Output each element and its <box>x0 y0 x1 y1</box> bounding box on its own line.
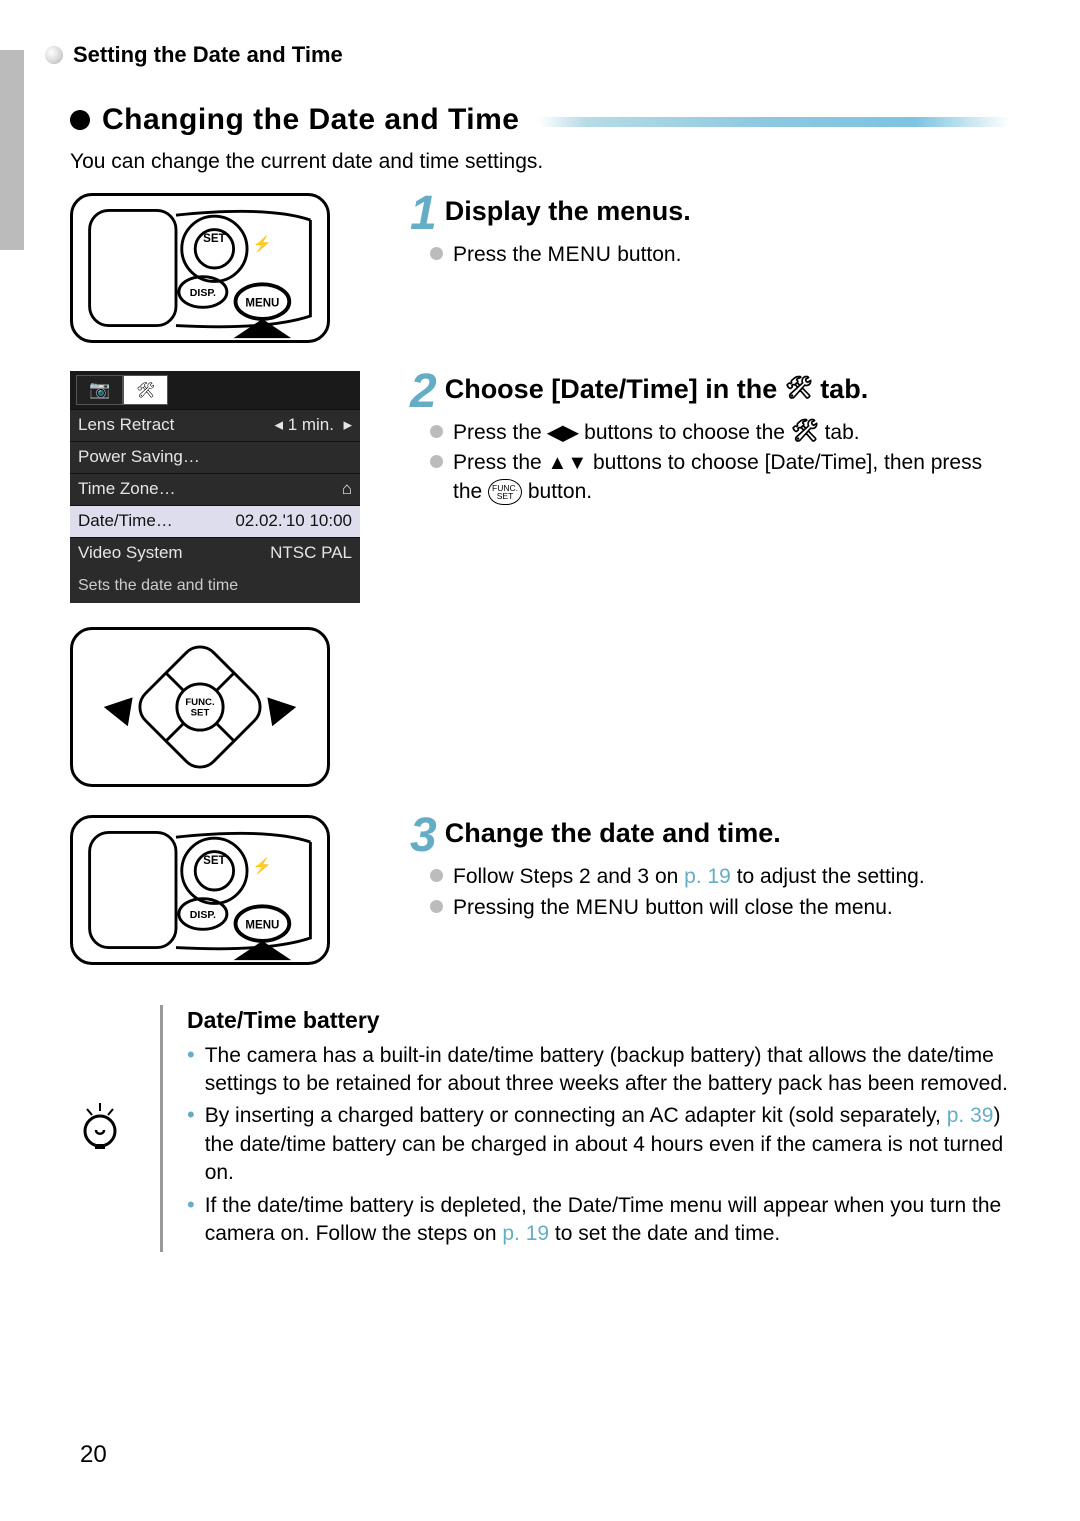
svg-text:SET: SET <box>203 233 225 245</box>
note-bullet-icon: • <box>187 1044 195 1099</box>
svg-text:FUNC.: FUNC. <box>185 697 215 708</box>
menu-tab-camera: 📷 <box>76 375 123 406</box>
menu-button-label: MENU <box>576 896 640 919</box>
side-thumb-tab <box>0 50 24 250</box>
intro-text: You can change the current date and time… <box>70 148 1010 176</box>
step-title-3: Change the date and time. <box>445 815 781 851</box>
note-item: • By inserting a charged battery or conn… <box>187 1102 1010 1187</box>
step-2-bullet-2: Press the ▲▼ buttons to choose [Date/Tim… <box>410 449 1010 506</box>
note-bullet-icon: • <box>187 1194 195 1249</box>
bullet-icon <box>430 455 443 468</box>
step-title-1: Display the menus. <box>445 193 691 229</box>
menu-item: Lens Retract ◂ 1 min. ▸ <box>70 409 360 441</box>
section-heading: Changing the Date and Time <box>70 100 1010 141</box>
illustration-camera-menu: SET ⚡ DISP. MENU <box>70 193 330 343</box>
step-2-bullet-1: Press the ◀▶ buttons to choose the 🛠 tab… <box>410 419 1010 447</box>
note-title: Date/Time battery <box>187 1005 1010 1036</box>
step-2: 📷 🛠 Lens Retract ◂ 1 min. ▸ Power Saving… <box>70 371 1010 787</box>
step-number-1: 1 <box>410 195 437 233</box>
step-number-3: 3 <box>410 817 437 855</box>
svg-text:DISP.: DISP. <box>190 909 216 921</box>
step-1-bullet-1: Press the MENU button. <box>410 241 1010 269</box>
note-item: • The camera has a built-in date/time ba… <box>187 1042 1010 1099</box>
svg-text:MENU: MENU <box>245 297 279 309</box>
menu-tab-tools: 🛠 <box>123 375 168 406</box>
page-link[interactable]: p. 19 <box>684 865 731 888</box>
menu-button-label: MENU <box>548 243 612 266</box>
section-bullet-icon <box>70 110 90 130</box>
menu-hint: Sets the date and time <box>70 569 360 597</box>
bullet-icon <box>430 247 443 260</box>
func-set-icon: FUNC.SET <box>488 479 522 505</box>
bullet-icon <box>430 869 443 882</box>
svg-text:⚡: ⚡ <box>253 234 272 252</box>
step-3-bullet-2: Pressing the MENU button will close the … <box>410 894 1010 922</box>
note-bullet-icon: • <box>187 1104 195 1187</box>
note-item: • If the date/time battery is depleted, … <box>187 1192 1010 1249</box>
illustration-camera-menu-2: SET ⚡ DISP. MENU <box>70 815 330 965</box>
menu-item: Video System NTSC PAL <box>70 537 360 569</box>
menu-item: Time Zone… ⌂ <box>70 473 360 505</box>
left-right-arrows-icon: ◀▶ <box>548 422 579 444</box>
svg-text:⚡: ⚡ <box>253 857 272 875</box>
step-3: SET ⚡ DISP. MENU 3 Change the date and t… <box>70 815 1010 965</box>
tip-note: Date/Time battery • The camera has a bui… <box>70 1005 1010 1252</box>
step-number-2: 2 <box>410 373 437 411</box>
breadcrumb-dot-icon <box>45 46 63 64</box>
step-3-bullet-1: Follow Steps 2 and 3 on p. 19 to adjust … <box>410 863 1010 891</box>
page-link[interactable]: p. 19 <box>502 1222 549 1245</box>
page-number: 20 <box>80 1439 107 1471</box>
svg-text:DISP.: DISP. <box>190 286 216 298</box>
bullet-icon <box>430 900 443 913</box>
section-title: Changing the Date and Time <box>102 100 520 141</box>
breadcrumb: Setting the Date and Time <box>45 40 1010 70</box>
svg-text:MENU: MENU <box>245 919 279 931</box>
svg-text:SET: SET <box>203 855 225 867</box>
step-1: SET ⚡ DISP. MENU 1 Display the menus. <box>70 193 1010 343</box>
page-link[interactable]: p. 39 <box>947 1104 994 1127</box>
svg-text:SET: SET <box>191 707 210 718</box>
breadcrumb-text: Setting the Date and Time <box>73 40 343 70</box>
menu-screenshot: 📷 🛠 Lens Retract ◂ 1 min. ▸ Power Saving… <box>70 371 360 603</box>
step-title-2: Choose [Date/Time] in the 🛠 tab. <box>445 371 869 407</box>
illustration-dpad: FUNC. SET <box>70 627 330 787</box>
menu-item: Power Saving… <box>70 441 360 473</box>
tip-lightbulb-icon <box>70 1103 130 1153</box>
menu-item-selected: Date/Time… 02.02.'10 10:00 <box>70 505 360 537</box>
up-down-arrows-icon: ▲▼ <box>548 452 588 474</box>
bullet-icon <box>430 425 443 438</box>
section-accent-line <box>538 117 1011 127</box>
